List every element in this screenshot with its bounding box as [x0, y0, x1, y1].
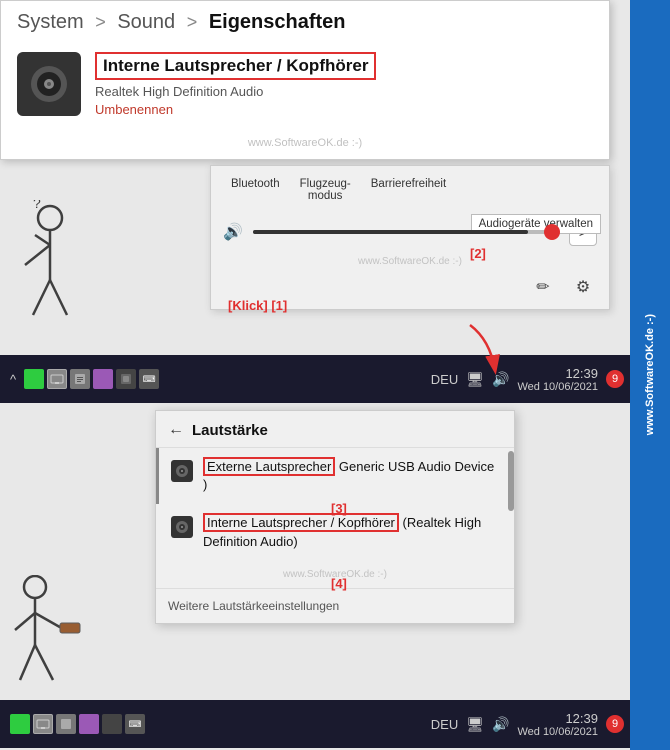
- label-click-1: [Klick] [1]: [228, 298, 287, 313]
- speaker-svg: [27, 62, 71, 106]
- stickman-hammer: [5, 575, 95, 710]
- tray-icon-gray[interactable]: [70, 369, 90, 389]
- flyout-item-1[interactable]: Externe Lautsprecher Generic USB Audio D…: [156, 448, 514, 504]
- taskbar-bottom: ⌨ DEU 🖥 🔊 12:39 Wed 10/06/2021 9: [0, 700, 630, 748]
- tray-bottom-screen[interactable]: [33, 714, 53, 734]
- flyout-header: ← Lautstärke: [156, 411, 514, 448]
- svg-text:?: ?: [33, 200, 41, 211]
- rename-link[interactable]: Umbenennen: [95, 102, 593, 117]
- settings-tabs: Bluetooth Flugzeug- modus Barrierefreihe…: [211, 166, 609, 206]
- taskbar-icons: ⌨: [20, 369, 431, 389]
- slider-dot: [544, 224, 560, 240]
- label-3: [3]: [331, 501, 347, 516]
- breadcrumb-sep1: >: [95, 12, 106, 32]
- gear-button[interactable]: ⚙: [569, 273, 597, 301]
- breadcrumb-system: System: [17, 11, 84, 33]
- clock-time: 12:39: [517, 366, 598, 381]
- clock-date-bottom: Wed 10/06/2021: [517, 726, 598, 738]
- gear-icon: ⚙: [576, 277, 590, 297]
- clock-date: Wed 10/06/2021: [517, 381, 598, 393]
- time-block: 12:39 Wed 10/06/2021: [517, 366, 598, 393]
- taskbar-chevron[interactable]: ^: [6, 370, 20, 389]
- tray-icon-keyboard[interactable]: ⌨: [139, 369, 159, 389]
- taskbar-bottom-right: DEU 🖥 🔊 12:39 Wed 10/06/2021 9: [431, 711, 624, 738]
- tray-icon-green[interactable]: [24, 369, 44, 389]
- tray-bottom-dark[interactable]: [102, 714, 122, 734]
- watermark-text: www.SoftwareOK.de :-): [644, 314, 656, 435]
- time-block-bottom: 12:39 Wed 10/06/2021: [517, 711, 598, 738]
- tray-icon-dark[interactable]: [116, 369, 136, 389]
- mid-watermark: www.SoftwareOK.de :-): [1, 133, 609, 159]
- flyout-title: Lautstärke: [192, 422, 268, 439]
- flyout-back-button[interactable]: ←: [168, 421, 184, 439]
- breadcrumb-sep2: >: [187, 12, 198, 32]
- tray-bottom-purple[interactable]: [79, 714, 99, 734]
- taskbar-top: ^ ⌨ DEU 🖥 🔊: [0, 355, 630, 403]
- tray-icon-purple[interactable]: [93, 369, 113, 389]
- notification-badge[interactable]: 9: [606, 370, 624, 388]
- scrollbar-thumb: [508, 451, 514, 511]
- tab-flugzeug[interactable]: Flugzeug- modus: [290, 174, 361, 206]
- device-subtitle: Realtek High Definition Audio: [95, 84, 593, 99]
- volume-slider[interactable]: [253, 230, 559, 234]
- pencil-icon: ✏: [536, 277, 549, 297]
- pencil-button[interactable]: ✏: [529, 273, 557, 301]
- device-name: Interne Lautsprecher / Kopfhörer: [95, 52, 376, 80]
- flyout-item-2-icon: [171, 516, 193, 538]
- watermark-bar: www.SoftwareOK.de :-): [630, 0, 670, 750]
- flyout-item-2-label: Interne Lautsprecher / Kopfhörer: [203, 513, 399, 532]
- label-4: [4]: [331, 576, 347, 591]
- taskbar-bottom-icons: ⌨: [6, 714, 431, 734]
- device-section: Interne Lautsprecher / Kopfhörer Realtek…: [1, 42, 609, 133]
- breadcrumb: System > Sound > Eigenschaften: [1, 1, 609, 42]
- settings-panel: Bluetooth Flugzeug- modus Barrierefreihe…: [210, 165, 610, 310]
- stickman-think: ?: [5, 200, 95, 345]
- tray-bottom-green[interactable]: [10, 714, 30, 734]
- taskbar-bottom-monitor[interactable]: 🖥: [466, 716, 484, 733]
- clock-time-bottom: 12:39: [517, 711, 598, 726]
- properties-window: System > Sound > Eigenschaften Interne L…: [0, 0, 610, 160]
- flyout-footer[interactable]: Weitere Lautstärkeeinstellungen: [156, 588, 514, 623]
- tab-bluetooth[interactable]: Bluetooth: [221, 174, 290, 206]
- red-arrow-taskbar: [440, 320, 520, 380]
- slider-fill: [253, 230, 528, 234]
- flyout-item-1-icon: [171, 460, 193, 482]
- flyout-item-1-label: Externe Lautsprecher: [203, 457, 335, 476]
- label-2: [2]: [470, 246, 486, 261]
- volume-icon: 🔊: [223, 222, 243, 242]
- flyout-item-2-text: Interne Lautsprecher / Kopfhörer (Realte…: [203, 514, 502, 550]
- taskbar-bottom-vol[interactable]: 🔊: [492, 716, 509, 733]
- volume-flyout: ← Lautstärke [3] Externe Lautsprecher Ge…: [155, 410, 515, 624]
- lang-bottom: DEU: [431, 717, 458, 732]
- panel-watermark: www.SoftwareOK.de :-): [211, 254, 609, 269]
- tray-icon-screen[interactable]: [47, 369, 67, 389]
- speaker-icon: [17, 52, 81, 116]
- breadcrumb-sound: Sound: [117, 11, 175, 33]
- tray-bottom-kb[interactable]: ⌨: [125, 714, 145, 734]
- flyout-item-1-text: Externe Lautsprecher Generic USB Audio D…: [203, 458, 502, 494]
- notif-badge-bottom[interactable]: 9: [606, 715, 624, 733]
- device-info: Interne Lautsprecher / Kopfhörer Realtek…: [95, 52, 593, 117]
- tray-bottom-gray[interactable]: [56, 714, 76, 734]
- tab-barriere[interactable]: Barrierefreiheit: [361, 174, 456, 206]
- breadcrumb-properties: Eigenschaften: [209, 11, 346, 33]
